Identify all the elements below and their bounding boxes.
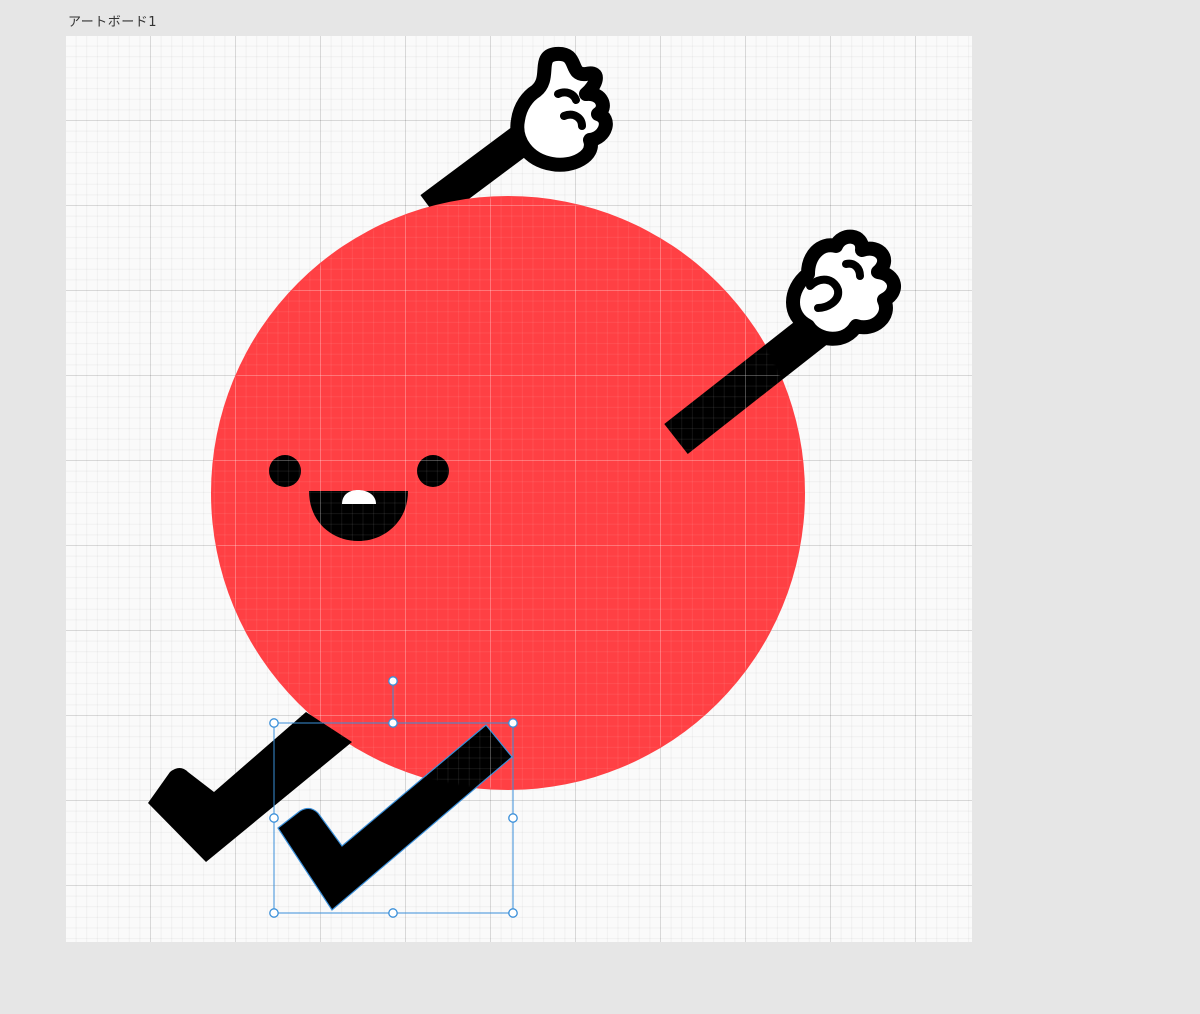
rotate-handle[interactable] <box>388 676 398 686</box>
resize-handle-middle-right[interactable] <box>508 813 518 823</box>
resize-handle-top-left[interactable] <box>269 718 279 728</box>
resize-handle-bottom-center[interactable] <box>388 908 398 918</box>
resize-handle-top-right[interactable] <box>508 718 518 728</box>
resize-handle-top-center[interactable] <box>388 718 398 728</box>
resize-handle-bottom-left[interactable] <box>269 908 279 918</box>
resize-handle-bottom-right[interactable] <box>508 908 518 918</box>
selection-box <box>269 676 518 918</box>
resize-handle-middle-left[interactable] <box>269 813 279 823</box>
selection-bounding-box <box>273 722 514 914</box>
